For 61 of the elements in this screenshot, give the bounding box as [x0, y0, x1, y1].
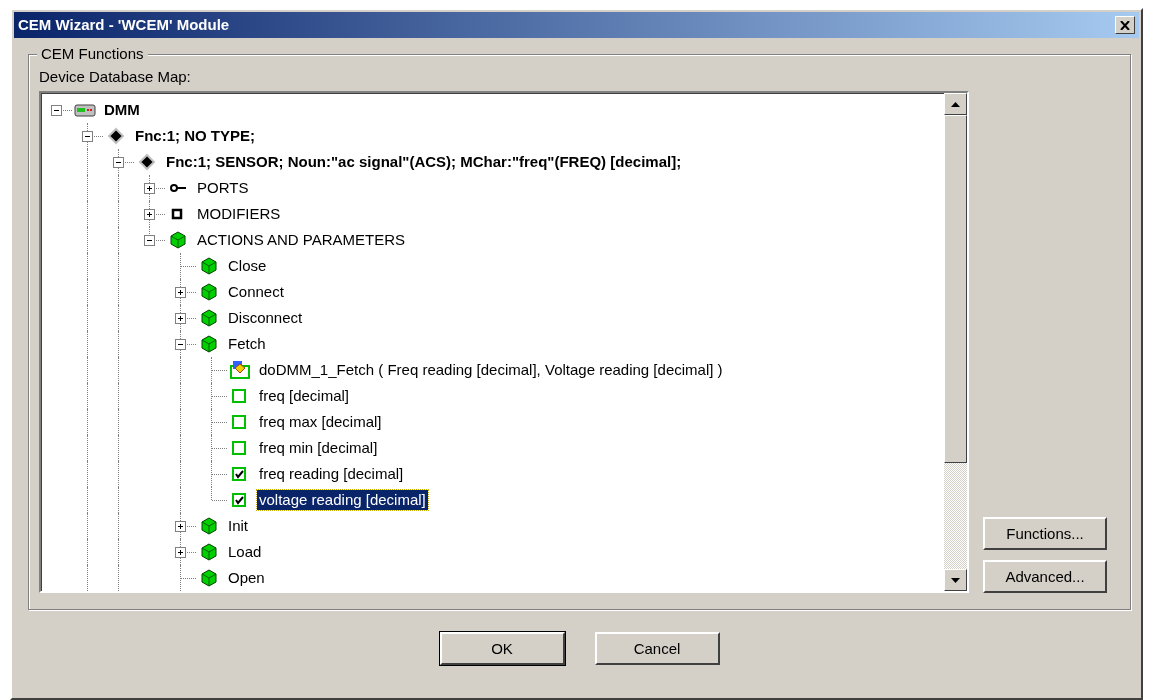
cube-icon — [167, 230, 189, 250]
tree-item[interactable]: freq [decimal] — [257, 386, 352, 406]
side-button[interactable]: Functions... — [983, 517, 1107, 550]
plus-icon — [176, 522, 185, 531]
tree-item[interactable]: Fnc:1; NO TYPE; — [133, 126, 257, 146]
close-button[interactable] — [1115, 16, 1135, 34]
expander-toggle[interactable] — [144, 235, 155, 246]
expander-toggle[interactable] — [175, 287, 186, 298]
expander-toggle[interactable] — [144, 183, 155, 194]
scroll-up-button[interactable] — [944, 93, 967, 115]
cube-icon — [198, 256, 220, 276]
window-title: CEM Wizard - 'WCEM' Module — [18, 14, 230, 35]
dialog-button[interactable]: OK — [439, 632, 565, 665]
tree-item[interactable]: voltage reading [decimal] — [257, 490, 428, 510]
cube-icon — [198, 334, 220, 354]
scrollbar[interactable] — [944, 93, 967, 591]
tree-label: Device Database Map: — [39, 67, 192, 87]
cube-icon — [229, 360, 251, 380]
tree-item[interactable]: Fnc:1; SENSOR; Noun:"ac signal"(ACS); MChar:"freq"(FREQ) [decimal]; — [164, 152, 684, 172]
tree-item[interactable]: Load — [226, 542, 264, 562]
tree-item[interactable]: Init — [226, 516, 250, 536]
dialog-button[interactable]: Cancel — [594, 632, 720, 665]
cube-icon — [198, 308, 220, 328]
tree-item[interactable]: Fetch — [226, 334, 268, 354]
plus-icon — [145, 210, 154, 219]
plus-icon — [176, 548, 185, 557]
scroll-down-button[interactable] — [944, 569, 967, 591]
side-button[interactable]: Advanced... — [983, 560, 1107, 593]
expander-toggle[interactable] — [113, 157, 124, 168]
expander-toggle[interactable] — [175, 339, 186, 350]
expander-toggle[interactable] — [175, 547, 186, 558]
tree-item[interactable]: Disconnect — [226, 308, 305, 328]
expander-toggle[interactable] — [144, 209, 155, 220]
tree-item[interactable]: Open — [226, 568, 267, 588]
plus-icon — [176, 314, 185, 323]
tree-item[interactable]: freq reading [decimal] — [257, 464, 406, 484]
expander-toggle[interactable] — [51, 105, 62, 116]
tree-item[interactable]: ACTIONS AND PARAMETERS — [195, 230, 408, 250]
diamond-icon — [105, 126, 127, 146]
cube-icon — [198, 516, 220, 536]
tree-item[interactable]: freq max [decimal] — [257, 412, 384, 432]
expander-toggle[interactable] — [175, 521, 186, 532]
tree-item[interactable]: MODIFIERS — [195, 204, 283, 224]
tree-item[interactable]: DMM — [102, 100, 142, 120]
scrollbar-thumb[interactable] — [944, 115, 967, 463]
plus-icon — [145, 184, 154, 193]
down-arrow-icon — [951, 577, 960, 583]
diamond-icon — [136, 152, 158, 172]
expander-toggle[interactable] — [175, 313, 186, 324]
tree-item[interactable]: Connect — [226, 282, 286, 302]
plus-icon — [176, 288, 185, 297]
cube-icon — [198, 542, 220, 562]
tree-item[interactable]: doDMM_1_Fetch ( Freq reading [decimal], Voltage reading [decimal] ) — [257, 360, 725, 380]
tree-item[interactable]: Close — [226, 256, 269, 276]
tree-item[interactable]: freq min [decimal] — [257, 438, 380, 458]
cube-icon — [198, 282, 220, 302]
expander-toggle[interactable] — [82, 131, 93, 142]
tree-item[interactable]: PORTS — [195, 178, 251, 198]
up-arrow-icon — [951, 101, 960, 107]
cube-icon — [198, 568, 220, 588]
close-icon — [1120, 20, 1130, 30]
